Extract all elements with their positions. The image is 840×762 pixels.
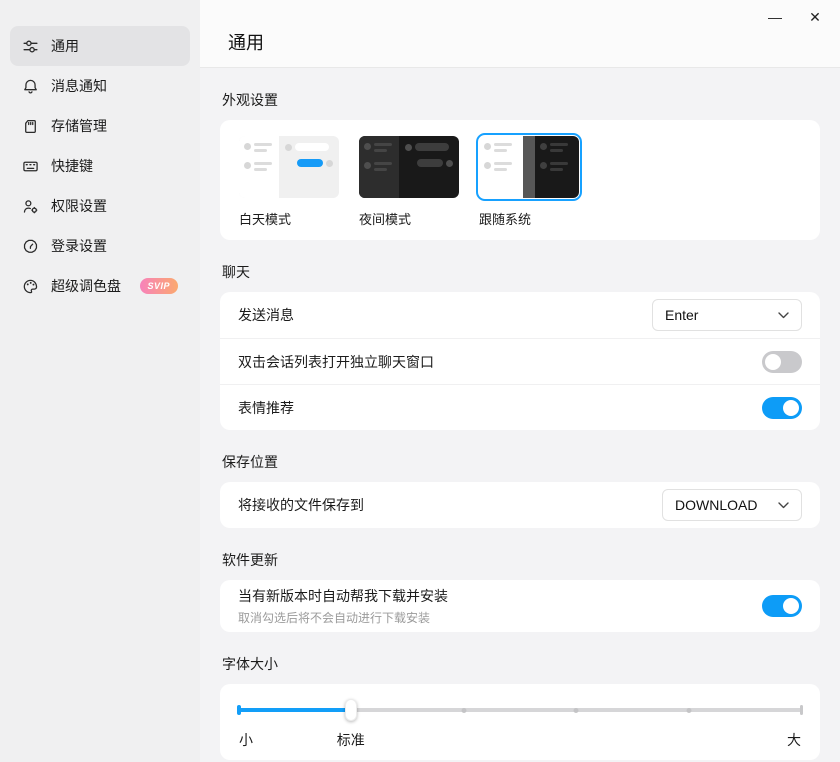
- page-title: 通用: [228, 29, 264, 55]
- section-title-font-size: 字体大小: [222, 654, 818, 674]
- theme-label: 夜间模式: [359, 209, 462, 228]
- slider-end-cap: [800, 705, 803, 715]
- sidebar-item-login[interactable]: 登录设置: [10, 226, 190, 266]
- chevron-down-icon: [778, 502, 789, 509]
- minimize-button[interactable]: —: [760, 4, 790, 30]
- user-gear-icon: [22, 198, 39, 215]
- slider-tick: [574, 708, 579, 713]
- sidebar-item-label: 通用: [51, 36, 79, 56]
- double-click-label: 双击会话列表打开独立聊天窗口: [238, 352, 434, 372]
- settings-sidebar: 通用 消息通知 存储管理 快捷键 权限设置 登录设置 超级调色盘: [0, 0, 200, 762]
- theme-preview-night: [356, 133, 462, 201]
- auto-update-label: 当有新版本时自动帮我下载并安装: [238, 586, 448, 606]
- section-title-appearance: 外观设置: [222, 90, 818, 110]
- theme-option-system[interactable]: 跟随系统: [476, 133, 582, 228]
- theme-option-day[interactable]: 白天模式: [236, 133, 342, 228]
- font-size-min-label: 小: [239, 730, 253, 750]
- send-message-value: Enter: [665, 307, 698, 323]
- section-title-save-location: 保存位置: [222, 452, 818, 472]
- toggle-knob: [765, 354, 781, 370]
- emoji-suggest-label: 表情推荐: [238, 398, 294, 418]
- theme-label: 跟随系统: [479, 209, 582, 228]
- sidebar-item-general[interactable]: 通用: [10, 26, 190, 66]
- double-click-row: 双击会话列表打开独立聊天窗口: [220, 338, 820, 384]
- sidebar-item-label: 权限设置: [51, 196, 107, 216]
- save-location-row: 将接收的文件保存到 DOWNLOAD: [220, 482, 820, 528]
- slider-start-cap: [237, 705, 241, 715]
- emoji-suggest-toggle[interactable]: [762, 397, 802, 419]
- send-message-row: 发送消息 Enter: [220, 292, 820, 338]
- titlebar: 通用 — ✕: [200, 0, 840, 68]
- sidebar-item-permissions[interactable]: 权限设置: [10, 186, 190, 226]
- keyboard-icon: [22, 158, 39, 175]
- section-title-chat: 聊天: [222, 262, 818, 282]
- slider-tick: [461, 708, 466, 713]
- slider-tick: [687, 708, 692, 713]
- save-location-card: 将接收的文件保存到 DOWNLOAD: [220, 482, 820, 528]
- theme-preview-system: [476, 133, 582, 201]
- save-location-value: DOWNLOAD: [675, 497, 757, 513]
- slider-fill: [238, 708, 351, 712]
- close-button[interactable]: ✕: [800, 4, 830, 30]
- svip-badge: SVIP: [140, 278, 178, 294]
- login-shield-icon: [22, 238, 39, 255]
- double-click-toggle[interactable]: [762, 351, 802, 373]
- chat-card: 发送消息 Enter 双击会话列表打开独立聊天窗口 表情推荐: [220, 292, 820, 430]
- font-size-max-label: 大: [787, 730, 801, 750]
- theme-option-night[interactable]: 夜间模式: [356, 133, 462, 228]
- emoji-suggest-row: 表情推荐: [220, 384, 820, 430]
- section-title-software-update: 软件更新: [222, 550, 818, 570]
- toggle-knob: [783, 598, 799, 614]
- bell-icon: [22, 78, 39, 95]
- window-controls: — ✕: [760, 4, 830, 30]
- sidebar-item-label: 快捷键: [51, 156, 93, 176]
- slider-labels: 小 标准 大: [238, 730, 802, 750]
- theme-label: 白天模式: [239, 209, 342, 228]
- font-size-current-label: 标准: [337, 730, 365, 750]
- sliders-icon: [22, 38, 39, 55]
- font-size-slider[interactable]: [238, 700, 802, 720]
- toggle-knob: [783, 400, 799, 416]
- auto-update-row: 当有新版本时自动帮我下载并安装 取消勾选后将不会自动进行下载安装: [220, 580, 820, 632]
- sidebar-item-label: 登录设置: [51, 236, 107, 256]
- storage-icon: [22, 118, 39, 135]
- appearance-card: 白天模式 夜间模式: [220, 120, 820, 240]
- main-panel: 通用 — ✕ 外观设置: [200, 0, 840, 762]
- sidebar-item-shortcuts[interactable]: 快捷键: [10, 146, 190, 186]
- auto-update-toggle[interactable]: [762, 595, 802, 617]
- send-message-select[interactable]: Enter: [652, 299, 802, 331]
- slider-thumb[interactable]: [345, 699, 357, 721]
- sidebar-item-label: 消息通知: [51, 76, 107, 96]
- sidebar-item-label: 存储管理: [51, 116, 107, 136]
- save-location-label: 将接收的文件保存到: [238, 495, 364, 515]
- sidebar-item-label: 超级调色盘: [51, 276, 121, 296]
- sidebar-item-storage[interactable]: 存储管理: [10, 106, 190, 146]
- font-size-card: 小 标准 大: [220, 684, 820, 760]
- save-location-select[interactable]: DOWNLOAD: [662, 489, 802, 521]
- send-message-label: 发送消息: [238, 305, 294, 325]
- sidebar-item-palette[interactable]: 超级调色盘 SVIP: [10, 266, 190, 306]
- theme-preview-day: [236, 133, 342, 201]
- palette-icon: [22, 278, 39, 295]
- software-update-card: 当有新版本时自动帮我下载并安装 取消勾选后将不会自动进行下载安装: [220, 580, 820, 632]
- chevron-down-icon: [778, 312, 789, 319]
- settings-content: 外观设置 白天模式: [200, 68, 840, 762]
- sidebar-item-notifications[interactable]: 消息通知: [10, 66, 190, 106]
- auto-update-sublabel: 取消勾选后将不会自动进行下载安装: [238, 609, 448, 626]
